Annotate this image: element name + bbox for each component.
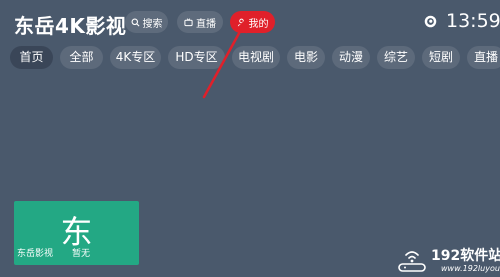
app-card[interactable]: 东 东岳影视 暂无 — [14, 201, 139, 265]
tab-movies[interactable]: 电影 — [287, 46, 325, 69]
search-button[interactable]: 搜索 — [125, 11, 168, 33]
tab-hd[interactable]: HD专区 — [168, 46, 225, 69]
tab-live[interactable]: 直播 — [467, 46, 500, 69]
user-icon — [237, 18, 245, 26]
router-icon — [398, 251, 426, 272]
tab-home[interactable]: 首页 — [10, 46, 53, 69]
tab-all[interactable]: 全部 — [60, 46, 103, 69]
tab-tv-series[interactable]: 电视剧 — [232, 46, 280, 69]
tab-4k[interactable]: 4K专区 — [110, 46, 161, 69]
live-label: 直播 — [196, 18, 216, 30]
mine-button[interactable]: 我的 — [230, 11, 275, 33]
category-tabs: 首页 全部 4K专区 HD专区 电视剧 电影 动漫 综艺 短剧 直播 — [10, 46, 500, 69]
live-button[interactable]: 直播 — [177, 11, 223, 33]
tv-icon — [184, 17, 193, 26]
card-title: 东岳影视 — [17, 249, 54, 259]
app-title: 东岳4K影视 — [14, 14, 127, 38]
tab-short-drama[interactable]: 短剧 — [422, 46, 460, 69]
gear-icon[interactable] — [424, 15, 437, 28]
card-status: 暂无 — [72, 249, 91, 259]
clock: 13:59 — [446, 10, 500, 32]
watermark-title: 192软件站 — [431, 248, 500, 264]
tab-anime[interactable]: 动漫 — [332, 46, 370, 69]
search-icon — [131, 18, 139, 26]
mine-label: 我的 — [248, 18, 269, 30]
tab-variety[interactable]: 综艺 — [377, 46, 415, 69]
screen: 东岳4K影视 搜索 直播 我的 13:59 首页 全部 4K专区 HD专区 电视… — [0, 0, 500, 277]
search-label: 搜索 — [142, 18, 163, 30]
watermark-url: www.192luyou.com — [441, 264, 500, 273]
